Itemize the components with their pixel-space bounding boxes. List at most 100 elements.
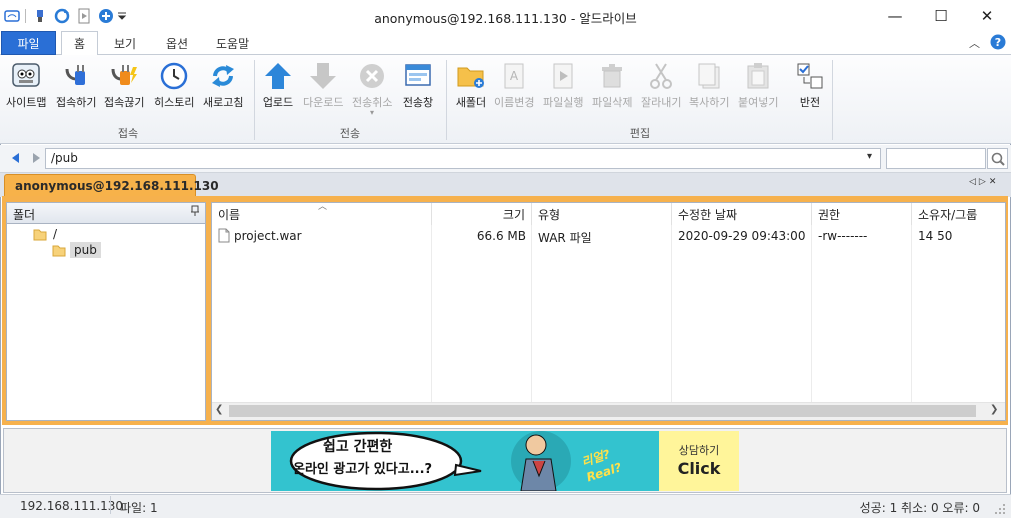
- search-input[interactable]: [886, 148, 986, 169]
- invert-selection-icon: [794, 60, 826, 92]
- refresh-button[interactable]: 새로고침: [203, 60, 243, 110]
- qa-customize-icon[interactable]: [116, 7, 128, 25]
- resize-grip-icon[interactable]: [994, 503, 1006, 515]
- search-icon[interactable]: [987, 148, 1008, 169]
- scrollbar-thumb[interactable]: [229, 405, 976, 417]
- tab-options[interactable]: 옵션: [156, 31, 198, 55]
- disconnect-label: 접속끊기: [104, 96, 145, 109]
- new-folder-label: 새폴더: [455, 96, 487, 109]
- trash-icon: [596, 60, 628, 92]
- help-icon[interactable]: ?: [990, 34, 1006, 53]
- status-summary: 성공: 1 취소: 0 오류: 0: [859, 501, 980, 515]
- connect-button[interactable]: 접속하기: [56, 60, 96, 110]
- history-button[interactable]: 히스토리: [154, 60, 194, 110]
- table-row[interactable]: project.war 66.6 MB WAR 파일 2020-09-29 09…: [212, 226, 1005, 246]
- svg-text:A: A: [510, 69, 519, 83]
- cut-button[interactable]: 잘라내기: [641, 60, 681, 110]
- tab-help[interactable]: 도움말: [206, 31, 259, 55]
- delete-file-button[interactable]: 파일삭제: [592, 60, 632, 110]
- cancel-dropdown-icon[interactable]: ▾: [370, 108, 374, 117]
- window-title: anonymous@192.168.111.130 - 알드라이브: [374, 11, 637, 26]
- session-tab[interactable]: anonymous@192.168.111.130: [4, 174, 219, 197]
- file-permission: -rw-------: [818, 229, 868, 243]
- qa-refresh-icon[interactable]: [53, 7, 71, 25]
- copy-button[interactable]: 복사하기: [689, 60, 729, 110]
- group-connect-label: 접속: [117, 127, 139, 140]
- new-folder-button[interactable]: 새폴더: [455, 60, 487, 110]
- column-header-type[interactable]: 유형: [532, 203, 672, 225]
- delete-file-label: 파일삭제: [592, 96, 633, 109]
- scissors-icon: [645, 60, 677, 92]
- qa-connect-icon[interactable]: [31, 7, 49, 25]
- maximize-button[interactable]: ☐: [918, 0, 964, 31]
- transfer-window-button[interactable]: 전송창: [402, 60, 434, 110]
- ribbon-tab-row: [0, 31, 1011, 55]
- refresh-icon: [207, 60, 239, 92]
- ad-banner[interactable]: 쉽고 간편한 온라인 광고가 있다고...? 리얼? Real? 상담하기 Cl…: [271, 431, 739, 491]
- session-nav-icon[interactable]: ◁▷✕: [969, 177, 999, 187]
- tree-item-pub[interactable]: pub: [52, 242, 101, 258]
- cancel-transfer-button[interactable]: 전송취소: [352, 60, 392, 110]
- copy-icon: [693, 60, 725, 92]
- invert-selection-label: 반전: [799, 96, 821, 109]
- rename-button[interactable]: A 이름변경: [494, 60, 534, 110]
- upload-button[interactable]: 업로드: [262, 60, 294, 110]
- scroll-right-icon[interactable]: ❯: [990, 404, 998, 415]
- status-file-count: 파일: 1: [120, 501, 158, 515]
- file-name: project.war: [234, 229, 302, 243]
- run-file-label: 파일실행: [543, 96, 584, 109]
- sitemap-icon: [10, 60, 42, 92]
- address-dropdown-icon[interactable]: ▾: [867, 151, 872, 162]
- tab-view[interactable]: 보기: [104, 31, 146, 55]
- status-host: 192.168.111.130: [20, 499, 124, 513]
- forward-arrow-icon[interactable]: [30, 151, 42, 168]
- qa-add-icon[interactable]: [97, 7, 115, 25]
- divider: [25, 9, 26, 23]
- file-type: WAR 파일: [538, 231, 592, 245]
- address-input[interactable]: /pub: [45, 148, 881, 169]
- download-button[interactable]: 다운로드: [303, 60, 343, 110]
- tree-item-label: /: [53, 227, 58, 241]
- paste-label: 붙여넣기: [738, 96, 779, 109]
- tab-home[interactable]: 홈: [61, 31, 98, 56]
- back-arrow-icon[interactable]: [9, 151, 21, 168]
- tab-file[interactable]: 파일: [1, 31, 56, 55]
- rename-icon: A: [498, 60, 530, 92]
- group-divider: [254, 60, 255, 140]
- tree-item-label: pub: [70, 242, 101, 258]
- sitemap-label: 사이트맵: [6, 96, 47, 109]
- column-header-size[interactable]: 크기: [432, 203, 532, 225]
- scroll-left-icon[interactable]: ❮: [215, 404, 223, 415]
- minimize-button[interactable]: —: [872, 0, 918, 31]
- group-transfer-label: 전송: [339, 127, 361, 140]
- file-owner: 14 50: [918, 229, 953, 243]
- file-modified: 2020-09-29 09:43:00: [678, 229, 806, 243]
- ad-cta-button[interactable]: Click: [659, 459, 739, 478]
- column-header-permission[interactable]: 권한: [812, 203, 912, 225]
- close-button[interactable]: ✕: [964, 0, 1010, 31]
- column-header-owner[interactable]: 소유자/그룹: [912, 203, 1005, 225]
- folder-icon: [33, 229, 47, 240]
- ad-cta-top: 상담하기: [678, 444, 720, 457]
- column-header-modified[interactable]: 수정한 날짜: [672, 203, 812, 225]
- tree-item-root[interactable]: /: [33, 227, 57, 241]
- pin-icon[interactable]: [190, 205, 200, 220]
- paste-button[interactable]: 붙여넣기: [738, 60, 778, 110]
- collapse-ribbon-icon[interactable]: ︿: [969, 35, 980, 51]
- sitemap-button[interactable]: 사이트맵: [6, 60, 46, 110]
- plug-icon: [60, 60, 92, 92]
- cut-label: 잘라내기: [641, 96, 682, 109]
- run-file-button[interactable]: 파일실행: [543, 60, 583, 110]
- folder-pane-header: 폴더: [6, 202, 206, 224]
- app-logo-icon[interactable]: [3, 7, 21, 25]
- column-divider: [911, 225, 912, 402]
- group-divider: [832, 60, 833, 140]
- minimize-glyph: —: [887, 6, 903, 25]
- qa-document-icon[interactable]: [75, 7, 93, 25]
- invert-selection-button[interactable]: 반전: [794, 60, 826, 110]
- disconnect-button[interactable]: 접속끊기: [104, 60, 144, 110]
- cancel-icon: [356, 60, 388, 92]
- status-divider: [110, 496, 111, 514]
- file-icon: [218, 228, 230, 246]
- download-icon: [307, 60, 339, 92]
